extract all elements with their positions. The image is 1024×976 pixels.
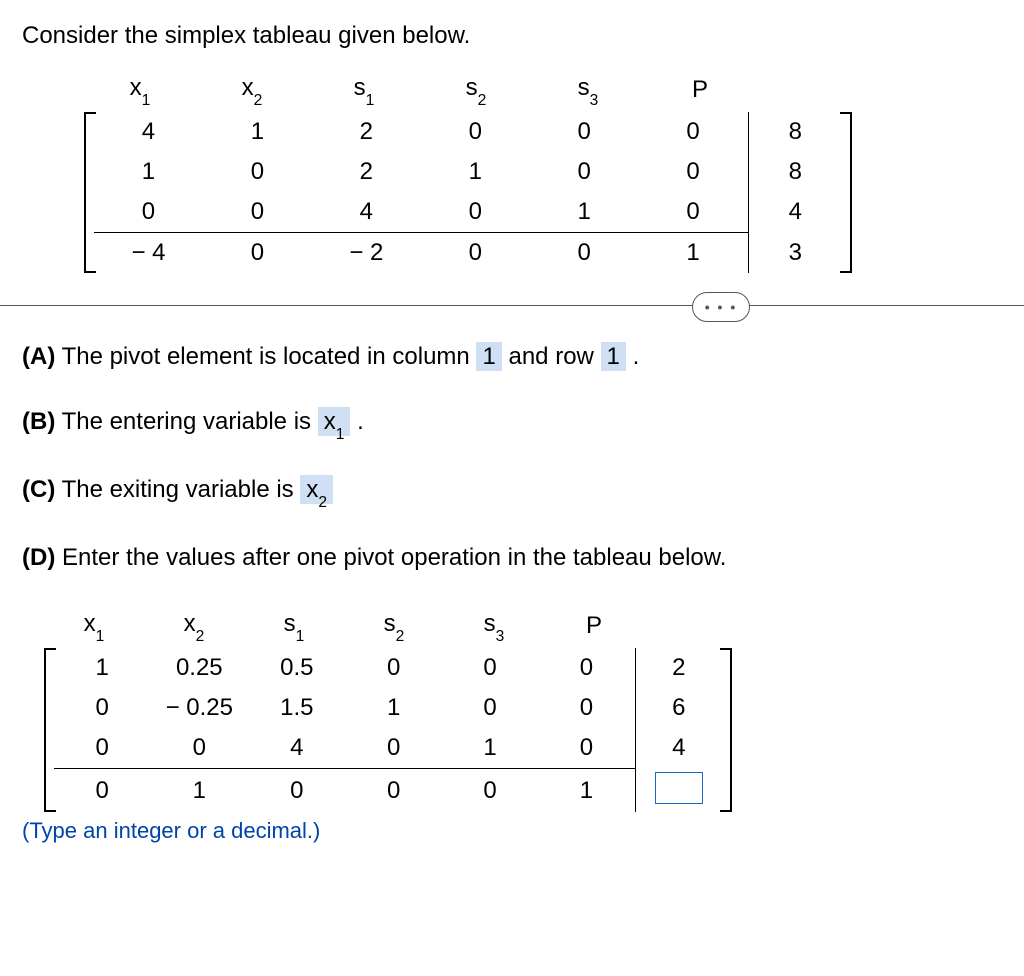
cell: 2	[635, 648, 722, 688]
cell: 0	[54, 688, 150, 728]
cell: 4	[635, 728, 722, 769]
cell: 1	[203, 112, 312, 152]
cell: 0	[538, 728, 635, 769]
cell: 4	[312, 192, 421, 233]
cell: 4	[248, 728, 345, 769]
col-s2: s2	[420, 68, 532, 112]
cell: 0	[345, 648, 441, 688]
input-hint: (Type an integer or a decimal.)	[22, 818, 1002, 844]
cell: 0	[639, 152, 748, 192]
cell: 8	[748, 112, 842, 152]
cell: 0	[345, 768, 441, 812]
initial-tableau: x1 x2 s1 s2 s3 P 4 1 2 0	[84, 68, 1002, 273]
cell: − 4	[94, 232, 203, 273]
cell: 0.25	[150, 648, 248, 688]
cell: 2	[312, 112, 421, 152]
cell: 0	[54, 768, 150, 812]
part-b-label: (B)	[22, 408, 55, 435]
cell: 1	[442, 728, 538, 769]
col-s3: s3	[444, 604, 544, 648]
col-s3: s3	[532, 68, 644, 112]
cell: 0	[442, 688, 538, 728]
cell: 0	[421, 192, 530, 233]
cell: 0	[442, 648, 538, 688]
cell: 1	[421, 152, 530, 192]
part-a-text2: and row	[508, 343, 600, 370]
separator: • • •	[0, 305, 1024, 306]
cell: 0.5	[248, 648, 345, 688]
cell: 0	[442, 768, 538, 812]
cell: − 2	[312, 232, 421, 273]
col-s1: s1	[308, 68, 420, 112]
col-x2: x2	[144, 604, 244, 648]
bracket-right	[720, 648, 732, 813]
cell: 1	[54, 648, 150, 688]
cell: 4	[94, 112, 203, 152]
cell: 1	[94, 152, 203, 192]
answer-input[interactable]	[655, 772, 703, 804]
part-a: (A) The pivot element is located in colu…	[22, 338, 1002, 375]
cell: 4	[748, 192, 842, 233]
result-tableau: x1 x2 s1 s2 s3 P 1 0.25 0.5 0	[44, 604, 1002, 812]
part-c-label: (C)	[22, 476, 55, 503]
cell: 0	[639, 192, 748, 233]
col-s1: s1	[244, 604, 344, 648]
cell: 1	[639, 232, 748, 273]
part-b-text2: .	[357, 408, 364, 435]
bracket-right	[840, 112, 852, 273]
cell: 3	[748, 232, 842, 273]
part-a-text3: .	[633, 343, 640, 370]
col-P: P	[544, 604, 644, 648]
initial-table: x1 x2 s1 s2 s3 P 4 1 2 0	[84, 68, 852, 273]
part-a-col-answer[interactable]: 1	[476, 342, 501, 371]
cell: 0	[94, 192, 203, 233]
col-P: P	[644, 68, 756, 112]
cell: 0	[530, 232, 639, 273]
cell: 0	[150, 728, 248, 769]
result-table: x1 x2 s1 s2 s3 P 1 0.25 0.5 0	[44, 604, 732, 812]
part-c-answer[interactable]: x2	[300, 475, 333, 504]
expand-button[interactable]: • • •	[692, 292, 750, 322]
cell: 0	[639, 112, 748, 152]
cell: 0	[203, 152, 312, 192]
cell: 0	[248, 768, 345, 812]
part-d: (D) Enter the values after one pivot ope…	[22, 539, 1002, 576]
cell: 0	[54, 728, 150, 769]
answer-input-cell	[635, 768, 722, 812]
part-d-label: (D)	[22, 544, 55, 571]
part-c: (C) The exiting variable is x2	[22, 471, 1002, 511]
cell: 1	[345, 688, 441, 728]
problem-heading: Consider the simplex tableau given below…	[22, 22, 1002, 50]
cell: 0	[203, 232, 312, 273]
cell: 1	[538, 768, 635, 812]
cell: 0	[530, 152, 639, 192]
col-x1: x1	[84, 68, 196, 112]
cell: 0	[421, 112, 530, 152]
page: Consider the simplex tableau given below…	[0, 0, 1024, 844]
part-c-text: The exiting variable is	[62, 476, 301, 503]
cell: 0	[538, 688, 635, 728]
cell: 1	[530, 192, 639, 233]
part-b: (B) The entering variable is x1 .	[22, 403, 1002, 443]
col-x2: x2	[196, 68, 308, 112]
cell: 0	[530, 112, 639, 152]
cell: 0	[421, 232, 530, 273]
part-b-answer[interactable]: x1	[318, 407, 351, 436]
part-a-text1: The pivot element is located in column	[62, 343, 477, 370]
cell: 8	[748, 152, 842, 192]
part-a-label: (A)	[22, 343, 55, 370]
col-s2: s2	[344, 604, 444, 648]
col-x1: x1	[44, 604, 144, 648]
cell: 0	[538, 648, 635, 688]
cell: 6	[635, 688, 722, 728]
part-b-text: The entering variable is	[62, 408, 318, 435]
part-d-text: Enter the values after one pivot operati…	[62, 544, 726, 571]
cell: 1.5	[248, 688, 345, 728]
cell: − 0.25	[150, 688, 248, 728]
cell: 0	[345, 728, 441, 769]
part-a-row-answer[interactable]: 1	[601, 342, 626, 371]
cell: 0	[203, 192, 312, 233]
cell: 1	[150, 768, 248, 812]
cell: 2	[312, 152, 421, 192]
